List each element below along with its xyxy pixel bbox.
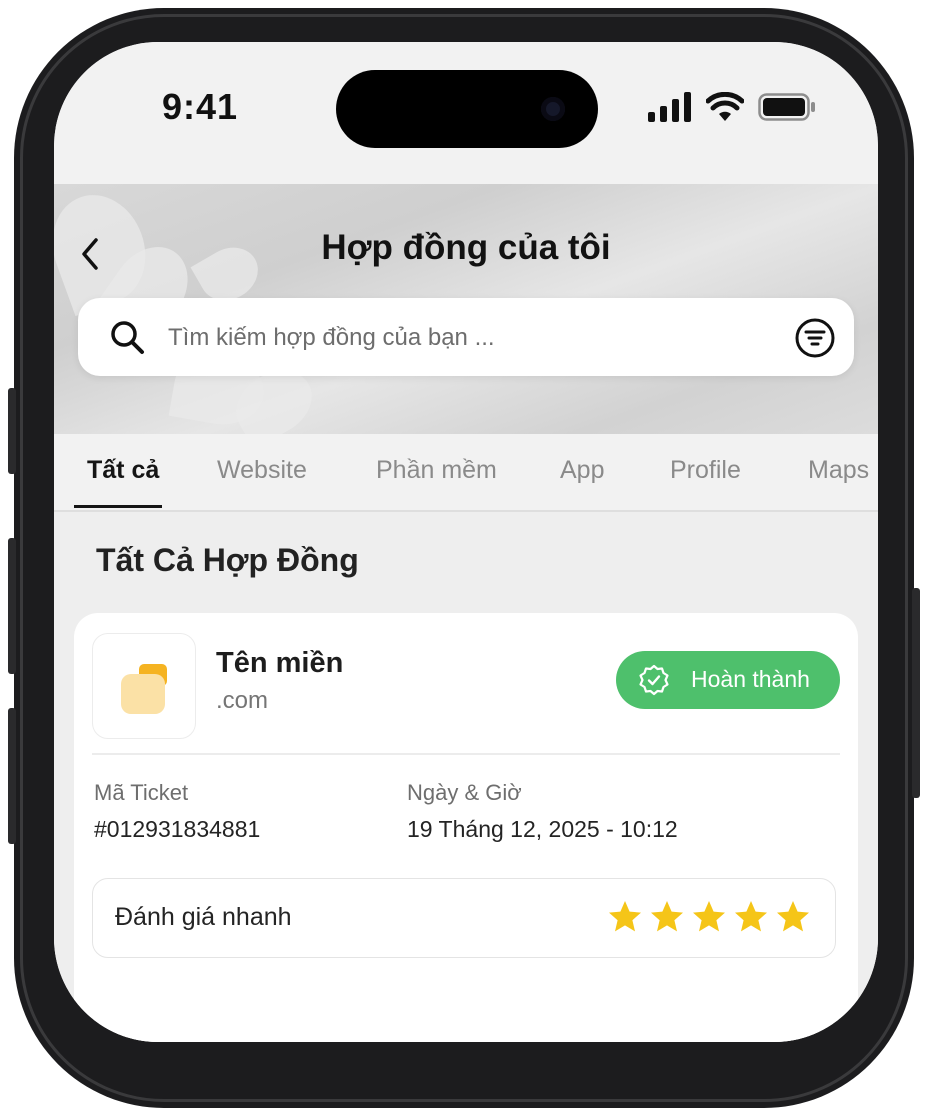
tab-website[interactable]: Website <box>217 456 307 485</box>
page-title: Hợp đồng của tôi <box>321 228 611 267</box>
active-tab-indicator <box>74 505 162 508</box>
contract-name: Tên miền <box>216 647 344 679</box>
tab-app[interactable]: App <box>560 456 604 485</box>
tab-all[interactable]: Tất cả <box>87 456 159 485</box>
header-banner: Hợp đồng của tôi <box>54 184 878 434</box>
wifi-icon <box>706 92 744 121</box>
search-icon <box>111 321 144 354</box>
status-bar: 9:41 <box>54 42 878 184</box>
section-title: Tất Cả Hợp Đồng <box>96 542 359 578</box>
status-label: Hoàn thành <box>691 666 810 692</box>
star-icon[interactable] <box>649 899 685 935</box>
date-label: Ngày & Giờ <box>407 780 522 805</box>
tab-profile[interactable]: Profile <box>670 456 741 485</box>
volume-down-button <box>8 708 16 844</box>
folder-front <box>121 674 165 714</box>
battery-icon <box>758 93 815 121</box>
quick-rating: Đánh giá nhanh <box>92 878 836 958</box>
action-button <box>8 388 16 474</box>
card-divider <box>92 753 840 755</box>
category-tabs: Tất cả Website Phần mềm App Profile Maps <box>54 434 878 512</box>
status-badge[interactable]: Hoàn thành <box>616 651 840 709</box>
signal-icon <box>648 92 691 122</box>
volume-up-button <box>8 538 16 674</box>
dynamic-island <box>336 70 598 148</box>
status-icons <box>648 92 816 122</box>
rating-label: Đánh giá nhanh <box>115 903 292 931</box>
front-camera-icon <box>541 97 565 121</box>
star-icon[interactable] <box>733 899 769 935</box>
search-bar <box>78 298 854 376</box>
contract-card[interactable]: Tên miền .com Hoàn thành Mã Ticket #0129… <box>74 613 858 1042</box>
contract-list: Tất Cả Hợp Đồng Tên miền .com Hoàn thành… <box>54 512 878 1042</box>
ticket-value: #012931834881 <box>94 816 261 842</box>
power-button <box>912 588 920 798</box>
tab-maps[interactable]: Maps <box>808 456 869 485</box>
star-icon[interactable] <box>775 899 811 935</box>
verified-badge-icon <box>639 664 669 696</box>
search-input[interactable] <box>166 312 770 364</box>
contract-extension: .com <box>216 687 269 714</box>
rating-stars <box>607 899 811 935</box>
status-time: 9:41 <box>162 86 239 127</box>
star-icon[interactable] <box>607 899 643 935</box>
tab-software[interactable]: Phần mềm <box>376 456 497 485</box>
ticket-label: Mã Ticket <box>94 780 189 805</box>
filter-icon[interactable] <box>794 317 836 359</box>
phone-screen: 9:41 Hợp đồng của tôi Tìm kiếm hợp đồng … <box>54 42 878 1042</box>
domain-thumbnail <box>92 633 196 739</box>
star-icon[interactable] <box>691 899 727 935</box>
date-value: 19 Tháng 12, 2025 - 10:12 <box>407 816 678 842</box>
